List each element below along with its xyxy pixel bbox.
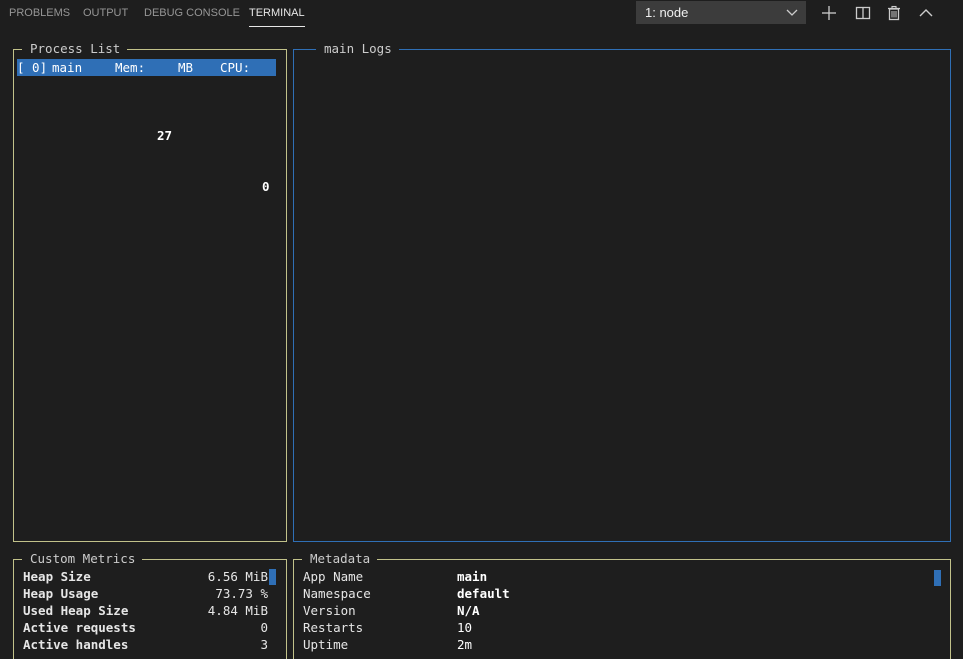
metadata-value: default <box>457 586 510 601</box>
metric-value: 73.73 % <box>215 586 268 601</box>
metadata-label: Restarts <box>303 620 364 635</box>
process-cpu-value: 0 <box>262 179 270 194</box>
metadata-scrollbar-thumb[interactable] <box>934 570 941 586</box>
chevron-up-icon[interactable] <box>916 3 936 23</box>
process-mem-label: Mem: <box>115 60 146 75</box>
logs-title: main Logs <box>316 41 399 57</box>
metadata-label: Version <box>303 603 356 618</box>
metric-value: 4.84 MiB <box>207 603 268 618</box>
metadata-label: Uptime <box>303 637 349 652</box>
metric-value: 3 <box>260 637 268 652</box>
trash-icon[interactable] <box>884 3 904 23</box>
process-list-panel: Process List [ 0] main Mem: 27 MB CPU: 0 <box>13 41 287 542</box>
terminal-select[interactable]: 1: node <box>636 1 806 24</box>
metadata-label: App Name <box>303 569 364 584</box>
plus-icon[interactable] <box>819 3 839 23</box>
metric-label: Active requests <box>23 620 136 635</box>
metadata-value: N/A <box>457 603 480 618</box>
process-mem-value: 27 <box>157 128 173 143</box>
metric-label: Heap Usage <box>23 586 99 601</box>
metric-label: Used Heap Size <box>23 603 129 618</box>
tab-output[interactable]: OUTPUT <box>83 0 128 27</box>
metadata-label: Namespace <box>303 586 371 601</box>
metadata-value: 2m <box>457 637 473 652</box>
tab-problems[interactable]: PROBLEMS <box>9 0 70 27</box>
chevron-down-icon <box>786 1 798 33</box>
process-id: [ 0] <box>17 60 48 75</box>
tab-terminal[interactable]: TERMINAL <box>249 0 305 27</box>
panel-tab-bar: PROBLEMS OUTPUT DEBUG CONSOLE TERMINAL 1… <box>0 0 963 27</box>
metadata-value: 10 <box>457 620 473 635</box>
process-name: main <box>52 60 83 75</box>
custom-metrics-title: Custom Metrics <box>22 551 143 567</box>
process-mem-unit: MB <box>178 60 194 75</box>
metadata-value: main <box>457 569 488 584</box>
metric-value: 6.56 MiB <box>207 569 268 584</box>
metric-value: 0 <box>260 620 268 635</box>
process-list-title: Process List <box>22 41 128 57</box>
process-cpu-label: CPU: <box>220 60 251 75</box>
metrics-scrollbar-thumb[interactable] <box>269 569 276 585</box>
terminal-select-value: 1: node <box>645 5 689 20</box>
logs-panel[interactable]: main Logs <box>293 41 951 542</box>
metric-label: Heap Size <box>23 569 91 584</box>
metadata-panel: Metadata App Name main Namespace default… <box>293 551 951 659</box>
metric-label: Active handles <box>23 637 129 652</box>
tab-debug-console[interactable]: DEBUG CONSOLE <box>144 0 240 27</box>
custom-metrics-panel: Custom Metrics Heap Size 6.56 MiB Heap U… <box>13 551 287 659</box>
metadata-title: Metadata <box>302 551 378 567</box>
split-icon[interactable] <box>853 3 873 23</box>
process-row[interactable]: [ 0] main Mem: 27 MB CPU: 0 <box>17 59 276 194</box>
